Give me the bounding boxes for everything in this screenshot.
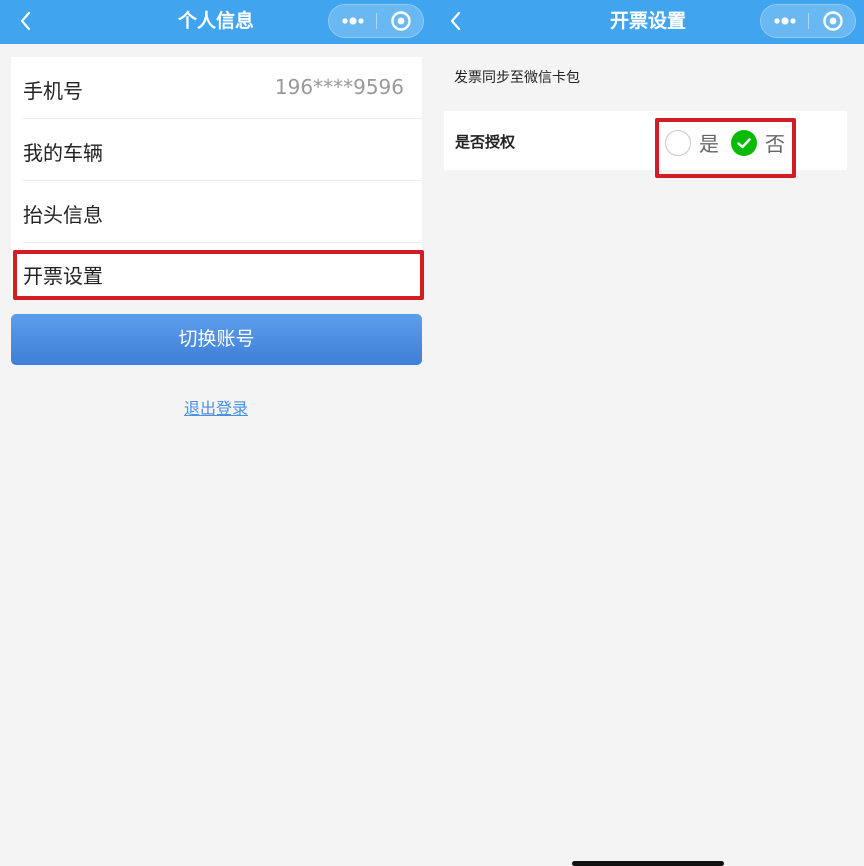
phone-value: 196****9596 [274,75,404,99]
invoice-settings-screen: 开票设置 发票同步至微信卡包 是否授权 是 否 [432,0,864,864]
close-button[interactable] [809,5,857,37]
more-button[interactable] [761,5,809,37]
switch-account-button[interactable]: 切换账号 [11,314,422,365]
highlight-box [655,118,796,178]
vehicles-label: 我的车辆 [23,141,103,165]
authorize-label: 是否授权 [455,133,516,151]
miniprogram-capsule [328,4,424,38]
more-button[interactable] [329,5,377,37]
miniprogram-capsule [760,4,856,38]
highlight-box [13,250,424,300]
close-target-icon [823,11,843,31]
personal-info-screen: 个人信息 手机号 196****9596 我的车辆 抬头信息 开票设置 切换账号… [0,0,432,864]
more-dots-icon [342,17,364,25]
list-item-invoice-title[interactable]: 抬头信息 [23,181,422,243]
list-item-vehicles[interactable]: 我的车辆 [23,119,422,181]
list-item-phone[interactable]: 手机号 196****9596 [23,57,422,119]
sync-wechat-card-text: 发票同步至微信卡包 [454,70,580,86]
close-button[interactable] [377,5,425,37]
close-target-icon [391,11,411,31]
phone-label: 手机号 [23,79,83,103]
navbar: 开票设置 [432,0,864,44]
more-dots-icon [774,17,796,25]
navbar: 个人信息 [0,0,432,44]
logout-link[interactable]: 退出登录 [0,395,432,419]
invoice-title-label: 抬头信息 [23,203,103,227]
